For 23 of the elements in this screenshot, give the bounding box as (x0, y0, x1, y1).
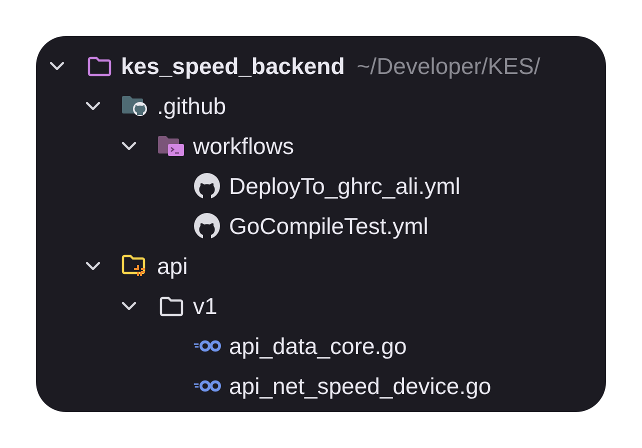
go-file-icon (193, 379, 221, 393)
file-name[interactable]: GoCompileTest.yml (229, 212, 428, 240)
folder-icon (158, 296, 184, 316)
folder-name[interactable]: workflows (193, 132, 294, 160)
folder-name[interactable]: v1 (193, 292, 218, 320)
chevron-down-icon[interactable] (85, 261, 101, 271)
chevron-down-icon[interactable] (121, 141, 137, 151)
chevron-down-icon[interactable] (121, 301, 137, 311)
folder-name[interactable]: .github (157, 92, 226, 120)
folder-icon (86, 56, 112, 76)
chevron-down-icon[interactable] (49, 61, 65, 71)
folder-name[interactable]: api (157, 252, 188, 280)
folder-icon (121, 95, 149, 117)
github-icon (193, 172, 221, 200)
folder-path: ~/Developer/KES/ (356, 52, 540, 80)
file-name[interactable]: api_net_speed_device.go (229, 372, 492, 400)
github-icon (193, 212, 221, 240)
folder-icon (157, 135, 185, 157)
file-name[interactable]: DeployTo_ghrc_ali.yml (229, 172, 460, 200)
file-name[interactable]: api_data_core.go (229, 332, 407, 360)
chevron-down-icon[interactable] (85, 101, 101, 111)
go-file-icon (193, 339, 221, 353)
folder-name[interactable]: kes_speed_backend (121, 52, 345, 80)
